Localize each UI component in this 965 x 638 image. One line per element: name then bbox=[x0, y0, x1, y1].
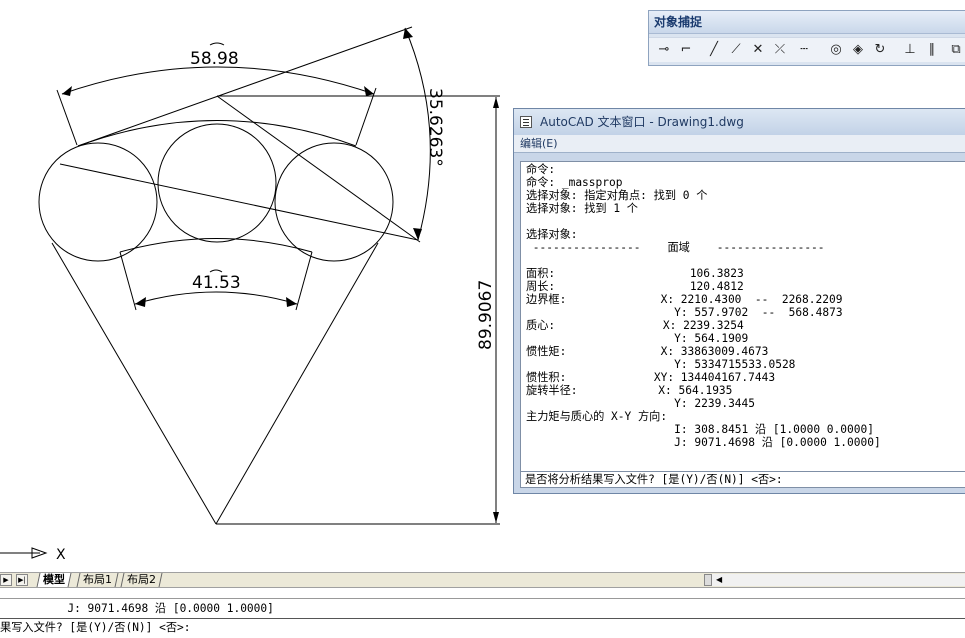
intersection-icon[interactable]: ✕ bbox=[749, 41, 767, 59]
command-line-area[interactable]: J: 9071.4698 沿 [0.0000 1.0000] 果写入文件? [是… bbox=[0, 598, 965, 638]
history-line: 惯性矩: X: 33863009.4673 bbox=[526, 345, 769, 358]
circle-left[interactable] bbox=[38, 142, 158, 262]
osnap-icon-row: ⊸ ⌐ ╱ ⟋ ✕ ⤫ ┄ ◎ ◈ ↻ ⊥ ∥ ⧉ bbox=[649, 37, 965, 62]
tangent-icon[interactable]: ↻ bbox=[871, 41, 889, 59]
arc-symbol-top bbox=[209, 42, 225, 46]
horizontal-scrollbar[interactable]: ◀ bbox=[704, 574, 965, 586]
arrowhead bbox=[364, 86, 374, 96]
history-line: 选择对象: bbox=[526, 228, 578, 241]
dim-text-angle: 35.6263° bbox=[425, 88, 445, 167]
midpoint-icon[interactable]: ⟋ bbox=[727, 41, 745, 59]
text-window-titlebar[interactable]: AutoCAD 文本窗口 - Drawing1.dwg bbox=[514, 109, 965, 135]
history-line: I: 308.8451 沿 [1.0000 0.0000] bbox=[526, 423, 874, 436]
scrollbar-thumb[interactable] bbox=[704, 574, 712, 586]
history-lines: 命令: 命令: _massprop 选择对象: 指定对角点: 找到 0 个选择对象:… bbox=[521, 162, 965, 449]
history-line bbox=[526, 254, 965, 267]
dim-bottom-arc-line bbox=[134, 291, 298, 305]
dim-text-vertical: 89.9067 bbox=[476, 280, 496, 350]
history-line: 选择对象: 找到 1 个 bbox=[526, 202, 638, 215]
arrowhead bbox=[135, 297, 146, 307]
tab-layout2[interactable]: 布局2 bbox=[120, 573, 163, 587]
tab-layout1[interactable]: 布局1 bbox=[76, 573, 119, 587]
history-line: Y: 2239.3445 bbox=[526, 397, 756, 410]
parallel-icon[interactable]: ∥ bbox=[923, 41, 941, 59]
dim-top-ext-right bbox=[355, 87, 377, 146]
history-line: 惯性积: XY: 134404167.7443 bbox=[526, 371, 776, 384]
history-line: 周长: 120.4812 bbox=[526, 280, 744, 293]
quadrant-icon[interactable]: ◈ bbox=[849, 41, 867, 59]
command-prompt[interactable]: 果写入文件? [是(Y)/否(N)] <否>: bbox=[0, 620, 965, 636]
ucs-x-label: X bbox=[56, 547, 66, 563]
history-line: 命令: _massprop bbox=[526, 176, 623, 189]
history-line: 选择对象: 指定对角点: 找到 0 个 bbox=[526, 189, 708, 202]
history-line: ---------------- 面域 ---------------- bbox=[526, 241, 825, 254]
osnap-toolbar[interactable]: 对象捕捉 ⊸ ⌐ ╱ ⟋ ✕ ⤫ ┄ ◎ ◈ ↻ ⊥ ∥ ⧉ bbox=[648, 10, 965, 66]
osnap-toolbar-title[interactable]: 对象捕捉 bbox=[649, 11, 965, 34]
text-window-menubar: 编辑(E) bbox=[514, 135, 965, 153]
arrowhead bbox=[62, 86, 72, 96]
arc-symbol-bottom bbox=[209, 269, 223, 273]
window-icon bbox=[520, 116, 532, 128]
circle-right[interactable] bbox=[274, 142, 394, 262]
tab-nav-last-icon[interactable]: ▶| bbox=[16, 574, 28, 586]
tab-model[interactable]: 模型 bbox=[36, 573, 72, 587]
extension-icon[interactable]: ┄ bbox=[795, 41, 813, 59]
history-line: 边界框: X: 2210.4300 -- 2268.2209 bbox=[526, 293, 843, 306]
endpoint-icon[interactable]: ╱ bbox=[705, 41, 723, 59]
snap-from-icon[interactable]: ⌐ bbox=[677, 41, 695, 59]
diag-line-2[interactable] bbox=[216, 95, 421, 243]
bottom-arc[interactable] bbox=[119, 238, 313, 253]
tab-nav-next-icon[interactable]: ▶ bbox=[0, 574, 12, 586]
dim-text-bottom: 41.53 bbox=[192, 273, 241, 293]
arrowhead bbox=[286, 297, 297, 307]
insert-icon[interactable]: ⧉ bbox=[947, 41, 965, 59]
history-line: 面积: 106.3823 bbox=[526, 267, 744, 280]
arrowhead bbox=[493, 97, 499, 108]
history-line: Y: 564.1909 bbox=[526, 332, 749, 345]
history-line: J: 9071.4698 沿 [0.0000 1.0000] bbox=[526, 436, 881, 449]
dim-text-top: 58.98 bbox=[190, 49, 239, 69]
history-line: 主力矩与质心的 X-Y 方向: bbox=[526, 410, 668, 423]
history-line: 旋转半径: X: 564.1935 bbox=[526, 384, 733, 397]
apparent-intersection-icon[interactable]: ⤫ bbox=[771, 41, 789, 59]
perpendicular-icon[interactable]: ⊥ bbox=[901, 41, 919, 59]
center-icon[interactable]: ◎ bbox=[827, 41, 845, 59]
dim-bottom-ext-left bbox=[119, 251, 137, 311]
temp-track-icon[interactable]: ⊸ bbox=[655, 41, 673, 59]
history-line: Y: 557.9702 -- 568.4873 bbox=[526, 306, 843, 319]
history-line bbox=[526, 215, 965, 228]
text-window[interactable]: AutoCAD 文本窗口 - Drawing1.dwg 编辑(E) 命令: 命令:… bbox=[513, 108, 965, 494]
layout-tab-bar: ▶ ▶| 模型 布局1 布局2 ◀ bbox=[0, 572, 965, 588]
scroll-left-icon[interactable]: ◀ bbox=[716, 574, 722, 586]
command-history-line: J: 9071.4698 沿 [0.0000 1.0000] bbox=[0, 602, 274, 615]
history-line: Y: 5334715533.0528 bbox=[526, 358, 796, 371]
text-window-prompt[interactable]: 是否将分析结果写入文件? [是(Y)/否(N)] <否>: bbox=[520, 471, 965, 488]
circle-middle[interactable] bbox=[157, 123, 277, 243]
text-window-history[interactable]: 命令: 命令: _massprop 选择对象: 指定对角点: 找到 0 个选择对象:… bbox=[520, 161, 965, 472]
text-window-title: AutoCAD 文本窗口 - Drawing1.dwg bbox=[540, 115, 744, 129]
menu-edit[interactable]: 编辑(E) bbox=[520, 137, 558, 150]
history-line: 命令: bbox=[526, 163, 556, 176]
dim-top-ext-left bbox=[56, 89, 78, 146]
arrowhead bbox=[493, 512, 499, 523]
history-line: 质心: X: 2239.3254 bbox=[526, 319, 744, 332]
dim-bottom-ext-right bbox=[295, 251, 313, 311]
command-separator bbox=[0, 618, 965, 619]
dim-top-arc-line bbox=[61, 66, 375, 95]
